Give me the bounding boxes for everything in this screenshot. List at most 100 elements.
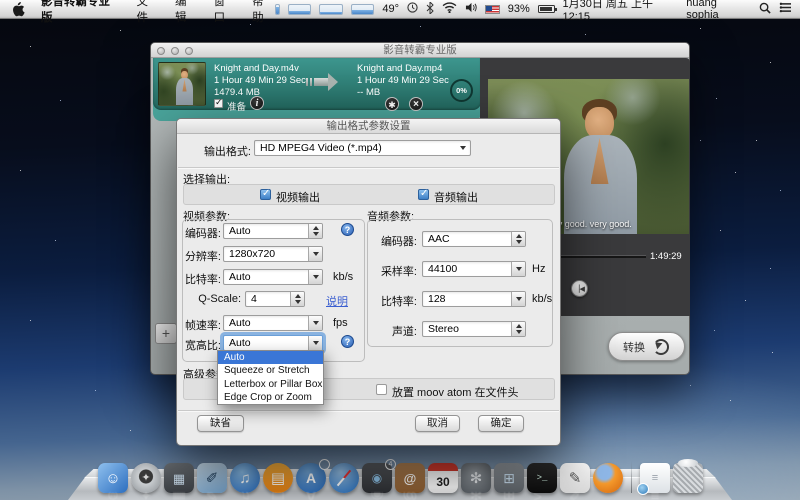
menubar-username[interactable]: huang sophia (686, 0, 751, 21)
channels-select[interactable]: Stereo (422, 321, 526, 337)
help-icon[interactable]: ? (341, 223, 354, 236)
audio-output-checkbox[interactable] (418, 189, 429, 200)
dropdown-option[interactable]: Edge Crop or Zoom (218, 391, 323, 404)
dock-icon-system-preferences[interactable]: ✻✻ (461, 463, 491, 493)
input-language-flag-icon[interactable] (485, 5, 500, 14)
channels-label: 声道: (373, 323, 417, 339)
video-bitrate-combo[interactable]: Auto (223, 269, 323, 285)
add-file-button[interactable]: + (155, 323, 177, 344)
video-encoder-select[interactable]: Auto (223, 223, 323, 239)
istat-graph-meter-1[interactable] (288, 4, 312, 15)
volume-icon[interactable] (465, 2, 477, 16)
close-traffic-light[interactable] (157, 47, 165, 55)
chevron-down-icon[interactable] (308, 247, 322, 261)
stepper-icon[interactable] (511, 322, 525, 336)
istat-graph-meter-3[interactable] (351, 4, 375, 15)
moov-atom-checkbox[interactable] (376, 384, 387, 395)
chevron-down-icon[interactable] (308, 270, 322, 284)
chevron-down-icon[interactable] (511, 292, 525, 306)
dock-icon-xcode[interactable]: ✐✐ (197, 463, 227, 493)
settings-gear-icon[interactable]: ✱ (385, 97, 399, 111)
dock-icon-mission-control[interactable]: ▦▦ (164, 463, 194, 493)
dock-icon-safari[interactable] (329, 463, 359, 493)
ready-label: 准备 (227, 99, 246, 113)
format-select[interactable]: HD MPEG4 Video (*.mp4) (254, 140, 471, 156)
dock-icon-firefox[interactable] (593, 463, 623, 493)
dock-icon-facetime[interactable]: ◉4◉ (362, 463, 392, 493)
chevron-down-icon[interactable] (511, 262, 525, 276)
dropdown-option[interactable]: Letterbox or Pillar Box (218, 378, 323, 391)
dock-icon-app-store[interactable]: A A (296, 463, 326, 493)
info-icon[interactable]: i (250, 96, 264, 110)
minimize-traffic-light[interactable] (171, 47, 179, 55)
qscale-stepper[interactable]: 4 (245, 291, 305, 307)
resolution-combo[interactable]: 1280x720 (223, 246, 323, 262)
dock-icon-finder[interactable]: ☺☺ (98, 463, 128, 493)
terminal-icon: >_ (537, 474, 548, 483)
bluetooth-icon[interactable] (426, 2, 434, 17)
stepper-icon[interactable] (290, 292, 304, 306)
dock-icon-calendar[interactable]: 3030 (428, 463, 458, 493)
calendar-icon: 30 (436, 476, 449, 488)
stepper-icon[interactable] (308, 224, 322, 238)
dock: ☺☺✦✦▦▦✐✐♫♫▤▤A A ◉4◉@@3030✻✻⊞⊞>_>_✎✎ ≡≡ (98, 461, 703, 493)
zoom-traffic-light[interactable] (185, 47, 193, 55)
qscale-help-link[interactable]: 说明 (326, 293, 348, 309)
istat-bar-meter[interactable] (275, 4, 280, 15)
notification-center-icon[interactable] (779, 2, 792, 16)
menubar-clock[interactable]: 1月30日 周五 上午12:15 (563, 0, 679, 23)
video-encoder-label: 编码器: (179, 225, 221, 241)
dropdown-option[interactable]: Auto (218, 351, 323, 364)
audio-bitrate-combo[interactable]: 128 (422, 291, 526, 307)
video-output-checkbox[interactable] (260, 189, 271, 200)
menu-item[interactable]: 帮助 (252, 0, 275, 25)
dock-reflection (329, 492, 359, 500)
samplerate-combo[interactable]: 44100 (422, 261, 526, 277)
stepper-icon[interactable] (511, 232, 525, 246)
apple-icon[interactable] (12, 2, 25, 17)
default-button[interactable]: 缺省 (197, 415, 244, 432)
convert-button[interactable]: 转换 (608, 332, 685, 361)
samplerate-label: 采样率: (373, 263, 417, 279)
dock-icon-terminal[interactable]: >_>_ (527, 463, 557, 493)
spotlight-icon[interactable] (759, 2, 771, 17)
ok-button[interactable]: 确定 (478, 415, 524, 432)
cancel-button[interactable]: 取消 (415, 415, 460, 432)
dock-icon-parallels[interactable]: ⊞⊞ (494, 463, 524, 493)
audio-bitrate-unit: kb/s (532, 293, 552, 305)
menu-item[interactable]: 编辑 (175, 0, 198, 25)
battery-icon[interactable] (538, 5, 555, 13)
dock-icon-ibooks[interactable]: ▤▤ (263, 463, 293, 493)
aspect-combo[interactable]: Auto (223, 335, 323, 351)
aspect-label: 宽高比: (179, 337, 221, 353)
dock-icon-launchpad[interactable]: ✦✦ (131, 463, 161, 493)
dock-icon-contacts[interactable]: @@ (395, 463, 425, 493)
task-row[interactable]: Knight and Day.m4v 1 Hour 49 Min 29 Sec … (153, 58, 481, 110)
time-machine-icon[interactable] (407, 2, 418, 16)
framerate-combo[interactable]: Auto (223, 315, 323, 331)
dock-icon-trash[interactable] (673, 463, 703, 493)
audio-encoder-select[interactable]: AAC (422, 231, 526, 247)
source-duration: 1 Hour 49 Min 29 Sec (214, 75, 306, 86)
help-icon[interactable]: ? (341, 335, 354, 348)
prev-button[interactable]: ▕◀ (571, 280, 588, 297)
chevron-down-icon[interactable] (308, 316, 322, 330)
ready-checkbox[interactable]: ✓ (214, 99, 223, 108)
istat-graph-meter-2[interactable] (319, 4, 343, 15)
aspect-value: Auto (229, 337, 251, 349)
chevron-down-icon (456, 141, 470, 155)
remove-task-icon[interactable]: × (409, 97, 423, 111)
audio-bitrate-label: 比特率: (373, 293, 417, 309)
dropdown-option[interactable]: Squeeze or Stretch (218, 364, 323, 377)
dock-icon-stack[interactable]: ≡≡ (640, 463, 670, 493)
window-titlebar[interactable]: 影音转霸专业版 (151, 43, 689, 58)
dock-icon-textedit[interactable]: ✎✎ (560, 463, 590, 493)
menu-item[interactable]: 文件 (136, 0, 159, 25)
output-settings-dialog: 输出格式参数设置 输出格式: HD MPEG4 Video (*.mp4) 选择… (176, 118, 561, 446)
menu-item[interactable]: 窗口 (214, 0, 237, 25)
menubar-app-name[interactable]: 影音转霸专业版 (41, 0, 120, 25)
dock-icon-itunes[interactable]: ♫♫ (230, 463, 260, 493)
wifi-icon[interactable] (442, 2, 457, 16)
chevron-down-icon[interactable] (308, 336, 322, 350)
temperature-status[interactable]: 49° (382, 3, 399, 15)
